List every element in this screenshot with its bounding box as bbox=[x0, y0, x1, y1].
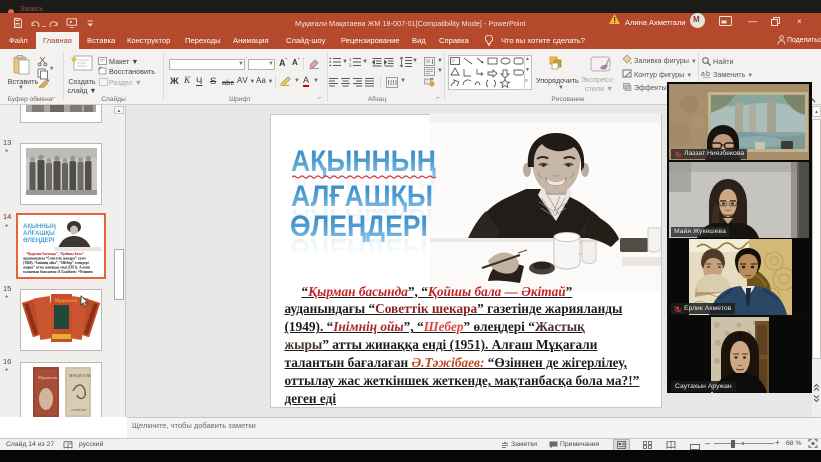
svg-text:ӨЛЕҢДЕРІ: ӨЛЕҢДЕРІ bbox=[23, 238, 54, 244]
svg-text:АҚЫННЫҢ: АҚЫННЫҢ bbox=[23, 224, 56, 230]
svg-text:ауданындағы “Советтік шекара”: ауданындағы “Советтік шекара” газет bbox=[23, 256, 86, 261]
svg-text:(1949). “Інімнің ойы”, “Шебер”: (1949). “Інімнің ойы”, “Шебер” өлеңдері bbox=[23, 260, 89, 265]
svg-text:“Қырман басында”, “Қойшы бала”: “Қырман басында”, “Қойшы бала” bbox=[26, 251, 84, 256]
svg-text:МҰҚАҒАЛИ: МҰҚАҒАЛИ bbox=[69, 374, 91, 378]
svg-text:талантын бағалаған Ә.Тәжібаев:: талантын бағалаған Ә.Тәжібаев: “Өзіннен bbox=[23, 269, 93, 274]
svg-text:АЛҒАШҚЫ: АЛҒАШҚЫ bbox=[23, 231, 55, 237]
svg-text:Мұқағали: Мұқағали bbox=[38, 375, 58, 380]
svg-text:жыры” атты жинаққа енді (1951): жыры” атты жинаққа енді (1951). Алғаш bbox=[23, 266, 90, 270]
svg-text:ӨЛЕҢДЕР: ӨЛЕҢДЕР bbox=[71, 408, 87, 412]
svg-text:Мұқағали: Мұқағали bbox=[54, 298, 78, 304]
